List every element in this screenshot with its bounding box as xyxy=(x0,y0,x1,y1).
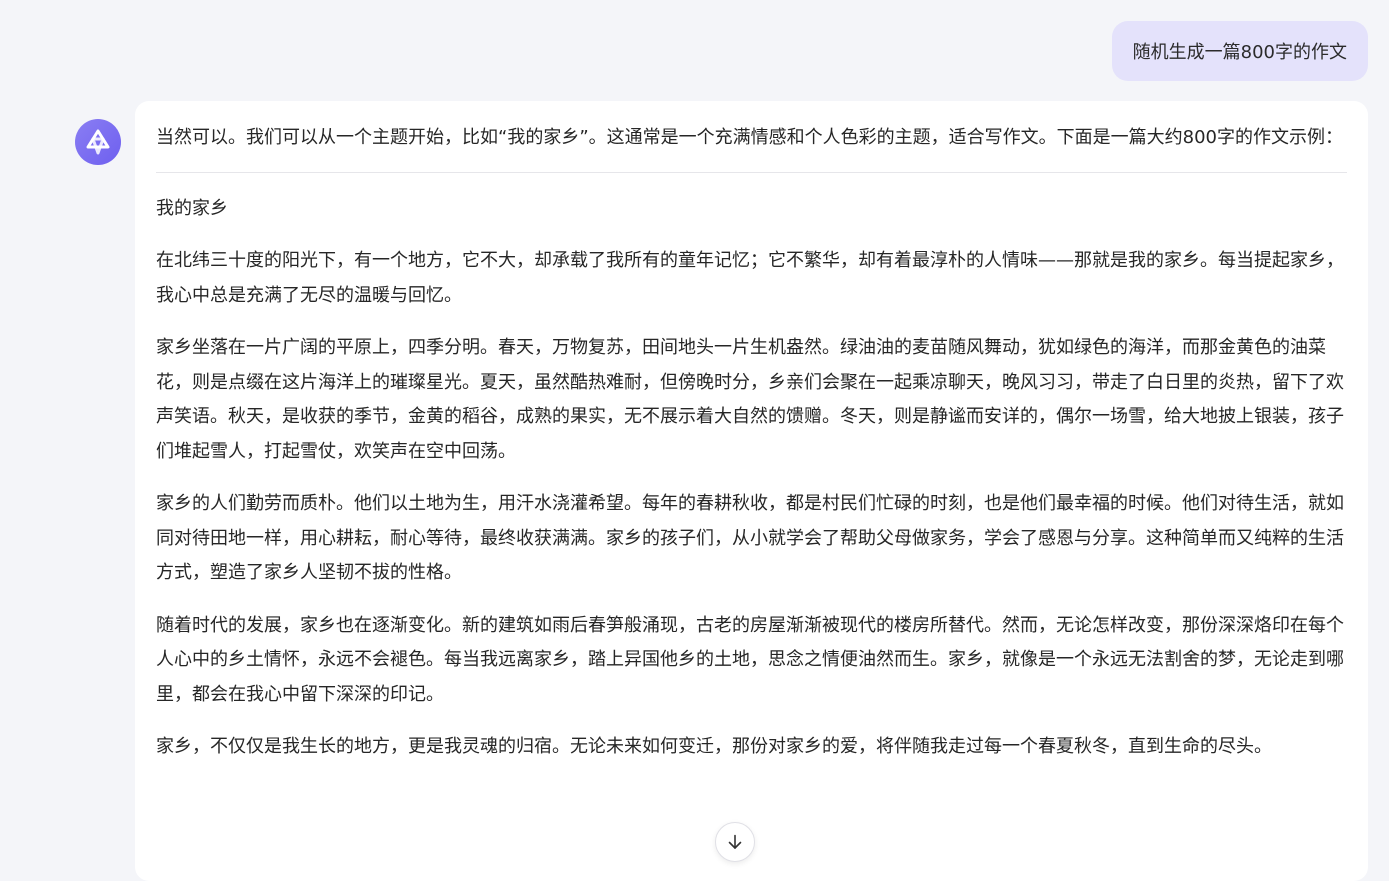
arrow-down-icon xyxy=(728,834,742,849)
user-message-text: 随机生成一篇800字的作文 xyxy=(1132,42,1347,63)
essay-paragraph: 家乡坐落在一片广阔的平原上，四季分明。春天，万物复苏，田间地头一片生机盎然。绿油… xyxy=(156,337,1344,462)
essay-paragraph: 随着时代的发展，家乡也在逐渐变化。新的建筑如雨后春笋般涌现，古老的房屋渐渐被现代… xyxy=(156,614,1344,705)
essay-paragraph: 在北纬三十度的阳光下，有一个地方，它不大，却承载了我所有的童年记忆；它不繁华，却… xyxy=(156,250,1344,306)
assistant-avatar xyxy=(75,119,121,165)
essay-paragraph: 家乡的人们勤劳而质朴。他们以土地为生，用汗水浇灌希望。每年的春耕秋收，都是村民们… xyxy=(156,493,1344,583)
essay-paragraph: 家乡，不仅仅是我生长的地方，更是我灵魂的归宿。无论未来如何变迁，那份对家乡的爱，… xyxy=(156,736,1272,757)
scroll-to-bottom-button[interactable] xyxy=(715,822,755,862)
assistant-intro-text: 当然可以。我们可以从一个主题开始，比如“我的家乡”。这通常是一个充满情感和个人色… xyxy=(156,127,1344,148)
essay-title: 我的家乡 xyxy=(156,198,228,219)
assistant-message-card: 当然可以。我们可以从一个主题开始，比如“我的家乡”。这通常是一个充满情感和个人色… xyxy=(135,101,1368,881)
kimi-logo-icon xyxy=(86,129,110,155)
user-message-bubble: 随机生成一篇800字的作文 xyxy=(1111,21,1368,81)
divider xyxy=(156,172,1347,173)
